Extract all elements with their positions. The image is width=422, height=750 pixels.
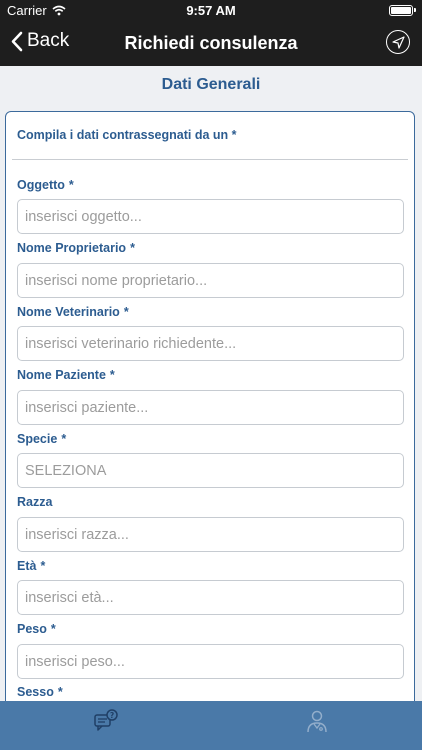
doctor-icon bbox=[306, 710, 327, 733]
peso-label: Peso * bbox=[17, 622, 56, 636]
nome-paziente-label: Nome Paziente * bbox=[17, 368, 115, 382]
razza-input[interactable] bbox=[17, 517, 404, 552]
chat-question-icon: ? bbox=[93, 709, 118, 731]
status-bar: Carrier 9:57 AM bbox=[0, 0, 422, 22]
eta-label: Età * bbox=[17, 559, 46, 573]
form-intro: Compila i dati contrassegnati da un * bbox=[17, 128, 237, 142]
nome-proprietario-label: Nome Proprietario * bbox=[17, 241, 135, 255]
sesso-label: Sesso * bbox=[17, 685, 63, 699]
send-button[interactable] bbox=[386, 30, 410, 54]
nome-proprietario-input[interactable] bbox=[17, 263, 404, 298]
oggetto-label: Oggetto * bbox=[17, 178, 74, 192]
tab-bar: ? bbox=[0, 701, 422, 750]
tab-consulenze[interactable]: ? bbox=[0, 701, 211, 750]
status-time: 9:57 AM bbox=[186, 3, 236, 18]
form-card: Compila i dati contrassegnati da un * Og… bbox=[5, 111, 415, 731]
oggetto-input[interactable] bbox=[17, 199, 404, 234]
divider bbox=[12, 159, 408, 160]
svg-text:?: ? bbox=[109, 711, 113, 720]
navigation-bar: Carrier 9:57 AM Back Richiedi consulenza bbox=[0, 0, 422, 66]
tab-veterinario[interactable] bbox=[211, 701, 422, 750]
nome-veterinario-label: Nome Veterinario * bbox=[17, 305, 129, 319]
specie-label: Specie * bbox=[17, 432, 67, 446]
razza-label: Razza bbox=[17, 495, 53, 509]
battery-icon bbox=[389, 5, 416, 16]
section-title: Dati Generali bbox=[161, 76, 261, 93]
send-icon bbox=[391, 35, 405, 49]
specie-select-value: SELEZIONA bbox=[25, 462, 107, 479]
specie-select[interactable]: SELEZIONA bbox=[17, 453, 404, 488]
eta-input[interactable] bbox=[17, 580, 404, 615]
peso-input[interactable] bbox=[17, 644, 404, 679]
nome-veterinario-input[interactable] bbox=[17, 326, 404, 361]
page-title: Richiedi consulenza bbox=[124, 33, 298, 53]
nome-paziente-input[interactable] bbox=[17, 390, 404, 425]
